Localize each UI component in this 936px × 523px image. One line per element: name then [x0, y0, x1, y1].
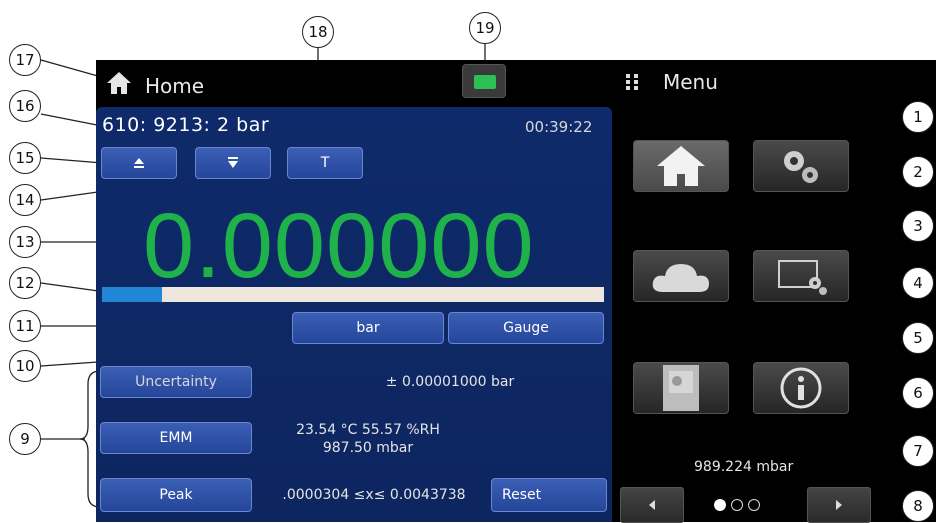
callout-6: 6	[902, 377, 934, 409]
callout-5: 5	[902, 322, 934, 354]
display-settings-tile[interactable]	[753, 250, 849, 302]
callout-3: 3	[902, 210, 934, 242]
callout-17: 17	[9, 44, 41, 76]
display-settings-icon	[778, 260, 827, 295]
cloud-tile[interactable]	[633, 250, 729, 302]
next-page-button[interactable]	[807, 487, 871, 523]
auto-zero-icon	[228, 157, 238, 168]
callout-8: 8	[902, 490, 934, 522]
menu-grid-icon[interactable]	[626, 74, 640, 90]
callout-15: 15	[9, 142, 41, 174]
document-storage-tile[interactable]	[633, 362, 729, 414]
previous-page-button[interactable]	[620, 487, 684, 523]
emm-barometric: 987.50 mbar	[322, 440, 414, 456]
page-dot-1[interactable]	[714, 499, 726, 511]
callout-11: 11	[9, 310, 41, 342]
chevron-left-icon	[649, 500, 655, 510]
uncertainty-value: ± 0.00001000 bar	[385, 374, 515, 390]
callout-13: 13	[9, 226, 41, 258]
pressure-reading: 0.000000	[143, 195, 535, 297]
tare-button[interactable]: T	[287, 147, 363, 179]
info-icon	[780, 367, 822, 409]
home-icon	[657, 146, 705, 186]
mode-button[interactable]: Gauge	[448, 312, 604, 344]
document-storage-icon	[663, 365, 699, 411]
home-icon	[107, 72, 131, 94]
barometer-reading: 989.224 mbar	[694, 459, 794, 475]
home-tile[interactable]	[633, 140, 729, 192]
callout-10: 10	[9, 350, 41, 382]
callout-7: 7	[902, 435, 934, 467]
remote-connection-icon[interactable]	[462, 64, 506, 98]
home-title: Home	[145, 74, 205, 98]
reset-button[interactable]: Reset	[491, 478, 607, 512]
clock: 00:39:22	[525, 118, 593, 136]
emm-button[interactable]: EMM	[100, 422, 252, 454]
callout-16: 16	[9, 90, 41, 122]
page-dot-3[interactable]	[748, 499, 760, 511]
callout-9: 9	[9, 423, 41, 455]
callout-12: 12	[9, 267, 41, 299]
cloud-icon	[652, 264, 709, 292]
emm-environment: 23.54 °C 55.57 %RH	[296, 422, 440, 438]
settings-tile[interactable]	[753, 140, 849, 192]
chevron-right-icon	[836, 500, 842, 510]
unit-button[interactable]: bar	[292, 312, 444, 344]
page-dot-2[interactable]	[731, 499, 743, 511]
channel-label: 610: 9213: 2 bar	[102, 114, 270, 136]
callout-19: 19	[469, 12, 501, 44]
callout-14: 14	[9, 184, 41, 216]
callout-4: 4	[902, 267, 934, 299]
gears-icon	[784, 151, 818, 183]
range-bar	[102, 287, 604, 302]
info-tile[interactable]	[753, 362, 849, 414]
uncertainty-button[interactable]: Uncertainty	[100, 366, 252, 398]
zero-icon	[134, 158, 144, 168]
peak-button[interactable]: Peak	[100, 478, 252, 512]
menu-title: Menu	[663, 70, 718, 94]
peak-value: .0000304 ≤x≤ 0.0043738	[282, 487, 466, 503]
callout-1: 1	[902, 101, 934, 133]
auto-zero-button[interactable]	[195, 147, 271, 179]
range-bar-fill	[102, 287, 163, 302]
zero-button[interactable]	[101, 147, 177, 179]
callout-2: 2	[902, 156, 934, 188]
callout-18: 18	[302, 16, 334, 48]
